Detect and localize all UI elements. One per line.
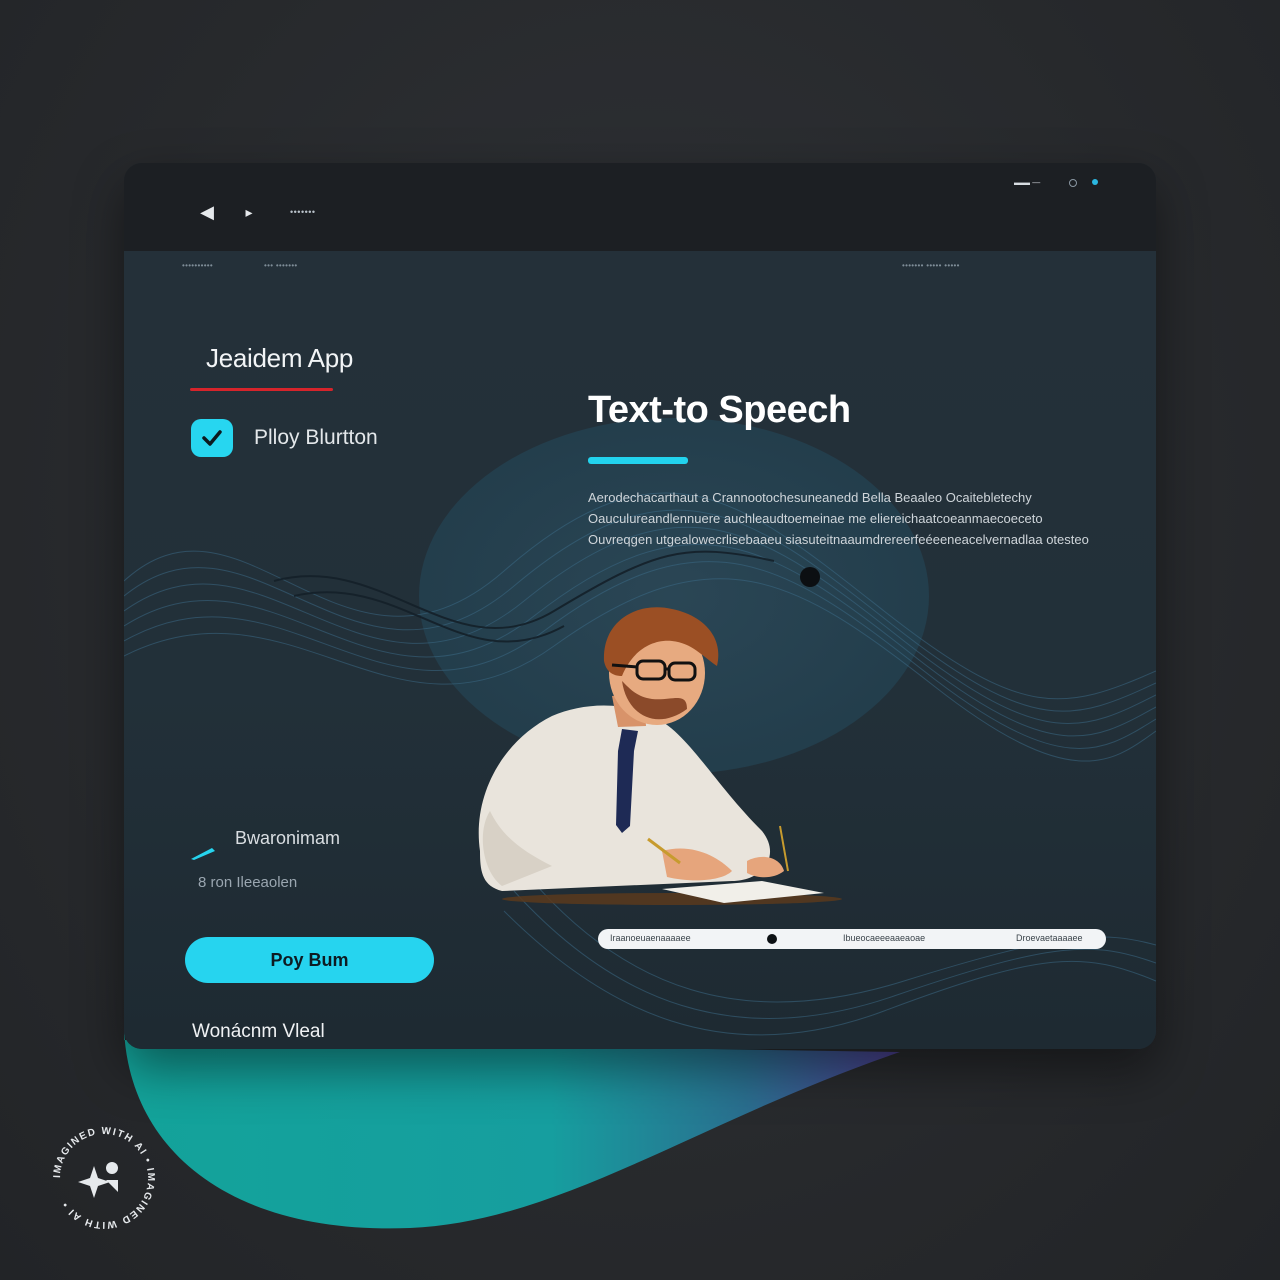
play-button-label: Plloy Blurtton <box>254 426 378 449</box>
play-checkbox[interactable] <box>191 419 233 457</box>
checkmark-icon <box>202 430 222 446</box>
svg-text:IMAGINED WITH AI • IMAGINED WI: IMAGINED WITH AI • IMAGINED WITH AI • <box>52 1126 156 1230</box>
forward-icon[interactable]: ▸ <box>240 203 258 221</box>
subnav-right-1[interactable]: ••••••• ••••• ••••• <box>902 261 960 270</box>
subnav-left-1[interactable]: •••••••••• <box>182 261 213 270</box>
waveform-visual-label[interactable]: Wonácnm Vleal <box>192 1021 325 1043</box>
back-icon[interactable]: ◀ <box>198 203 216 221</box>
play-button[interactable]: Poy Bum <box>185 937 434 983</box>
sparkle-icon <box>78 1166 110 1198</box>
main-content: •••••••••• ••• ••••••• ••••••• ••••• •••… <box>124 251 1156 1049</box>
heading-underline <box>588 457 688 464</box>
profile-icon[interactable] <box>1092 179 1098 185</box>
titlebar-title: ••••••• <box>290 207 316 217</box>
progress-label-mid: Ibueocaeeeaaeaoae <box>843 933 926 943</box>
description-paragraph: Aerodechacarthaut a Crannootochesuneaned… <box>588 490 1089 547</box>
subnav-left-2[interactable]: ••• ••••••• <box>264 261 298 270</box>
progress-label-right: Droevaetaaaaee <box>1016 933 1083 943</box>
progress-label-left: Iraanoeuaenaaaaee <box>610 933 691 943</box>
settings-icon[interactable] <box>1069 179 1077 187</box>
titlebar: ◀ ▸ ••••••• ▬▬ — <box>124 163 1156 251</box>
badge-text: IMAGINED WITH AI • IMAGINED WITH AI • <box>52 1126 155 1230</box>
voice-sublabel: 8 ron Ileeaolen <box>198 874 298 891</box>
app-title: Jeaidem App <box>206 343 354 373</box>
audio-progress-bar[interactable]: Iraanoeuaenaaaaee Ibueocaeeeaaeaoae Droe… <box>598 929 1106 949</box>
illustration-writer <box>478 607 842 905</box>
titlebar-status: ▬▬ — <box>1014 178 1041 187</box>
progress-knob[interactable] <box>767 934 777 944</box>
voice-label: Bwaronimam <box>235 828 341 848</box>
app-window: ◀ ▸ ••••••• ▬▬ — •••••••••• ••• ••••••• … <box>124 163 1156 1049</box>
ai-watermark-badge: IMAGINED WITH AI • IMAGINED WITH AI • <box>52 1126 156 1230</box>
pencil-icon <box>191 848 215 860</box>
page-heading: Text-to Speech <box>588 389 851 431</box>
app-title-underline <box>190 388 333 391</box>
